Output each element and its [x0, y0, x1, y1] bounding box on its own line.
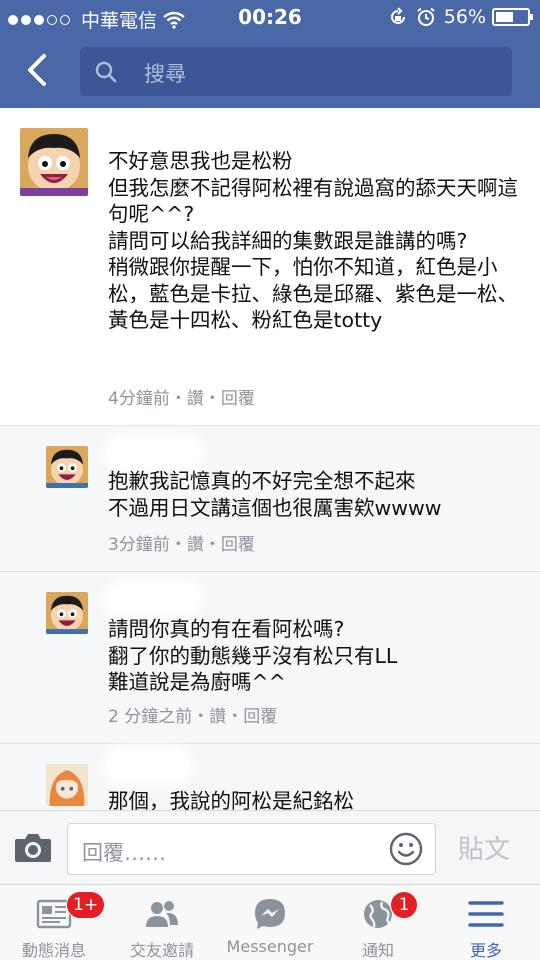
comment-text: 那個，我說的阿松是紀銘松	[108, 789, 354, 810]
comment-text: 不好意思我也是松粉 但我怎麼不記得阿松裡有說過窩的舔天天啊這句呢^^? 請問可以…	[108, 149, 518, 332]
status-bar: 中華電信 00:26 56%	[0, 0, 540, 36]
cartoon-avatar-icon	[20, 128, 88, 196]
reply-comment: 那個，我說的阿松是紀銘松	[0, 744, 540, 810]
avatar[interactable]	[46, 592, 88, 634]
back-button[interactable]	[18, 50, 58, 90]
comment-meta[interactable]: 3分鐘前・讚・回覆	[108, 530, 255, 555]
reply-composer: 回覆…… 貼文	[0, 810, 540, 884]
search-input[interactable]: 搜尋	[80, 47, 512, 96]
redacted-name	[108, 586, 198, 612]
notification-badge: 1+	[66, 891, 106, 919]
comment: 不好意思我也是松粉 但我怎麼不記得阿松裡有說過窩的舔天天啊這句呢^^? 請問可以…	[0, 108, 540, 426]
comment-thread: 不好意思我也是松粉 但我怎麼不記得阿松裡有說過窩的舔天天啊這句呢^^? 請問可以…	[0, 108, 540, 810]
navigation-header: 中華電信 00:26 56% 搜尋	[0, 0, 540, 108]
camera-icon[interactable]	[14, 831, 52, 863]
tab-label: 動態消息	[21, 941, 86, 960]
reply-placeholder: 回覆……	[82, 841, 166, 865]
redacted-name	[108, 752, 188, 778]
menu-icon	[468, 901, 504, 927]
rotation-lock-icon	[390, 7, 405, 24]
friends-icon	[146, 901, 178, 927]
battery-level	[496, 12, 513, 22]
tab-more[interactable]: 更多	[432, 885, 540, 960]
tab-label: Messenger	[226, 937, 314, 956]
emoji-icon[interactable]	[389, 832, 423, 866]
avatar[interactable]	[20, 128, 88, 196]
reply-comment: 抱歉我記憶真的不好完全想不起來 不過用日文講這個也很厲害欸wwww 3分鐘前・讚…	[0, 426, 540, 572]
tab-news-feed[interactable]: 1+ 動態消息	[0, 885, 108, 960]
bottom-tab-bar: 1+ 動態消息 交友邀請 Messenger 1 通知 更多	[0, 884, 540, 960]
battery-icon	[492, 8, 533, 26]
comment-text: 請問你真的有在看阿松嗎? 翻了你的動態幾乎沒有松只有LL 難道說是為廚嗎^^	[108, 617, 398, 694]
search-placeholder: 搜尋	[144, 62, 186, 86]
comment-meta[interactable]: 4分鐘前・讚・回覆	[108, 384, 255, 409]
post-button[interactable]: 貼文	[458, 829, 510, 866]
alarm-icon	[417, 7, 435, 26]
anime-girl-avatar-icon	[46, 764, 88, 806]
search-icon	[95, 61, 117, 83]
tab-label: 更多	[469, 941, 502, 960]
tab-friend-requests[interactable]: 交友邀請	[108, 885, 216, 960]
status-right: 56%	[388, 6, 533, 28]
cartoon-avatar-icon	[46, 592, 88, 634]
reply-input[interactable]: 回覆……	[67, 823, 436, 875]
reply-comment: 請問你真的有在看阿松嗎? 翻了你的動態幾乎沒有松只有LL 難道說是為廚嗎^^ 2…	[0, 572, 540, 744]
redacted-name	[108, 440, 198, 466]
avatar[interactable]	[46, 446, 88, 488]
comment-text: 抱歉我記憶真的不好完全想不起來 不過用日文講這個也很厲害欸wwww	[108, 469, 442, 520]
comment-meta[interactable]: 2 分鐘之前・讚・回覆	[108, 702, 277, 727]
battery-percentage: 56%	[443, 6, 486, 28]
avatar[interactable]	[46, 764, 88, 806]
messenger-icon	[255, 899, 285, 929]
notification-badge: 1	[390, 891, 418, 919]
tab-messenger[interactable]: Messenger	[216, 885, 324, 960]
tab-label: 通知	[361, 941, 394, 960]
tab-notifications[interactable]: 1 通知	[324, 885, 432, 960]
cartoon-avatar-icon	[46, 446, 88, 488]
tab-label: 交友邀請	[129, 941, 194, 960]
